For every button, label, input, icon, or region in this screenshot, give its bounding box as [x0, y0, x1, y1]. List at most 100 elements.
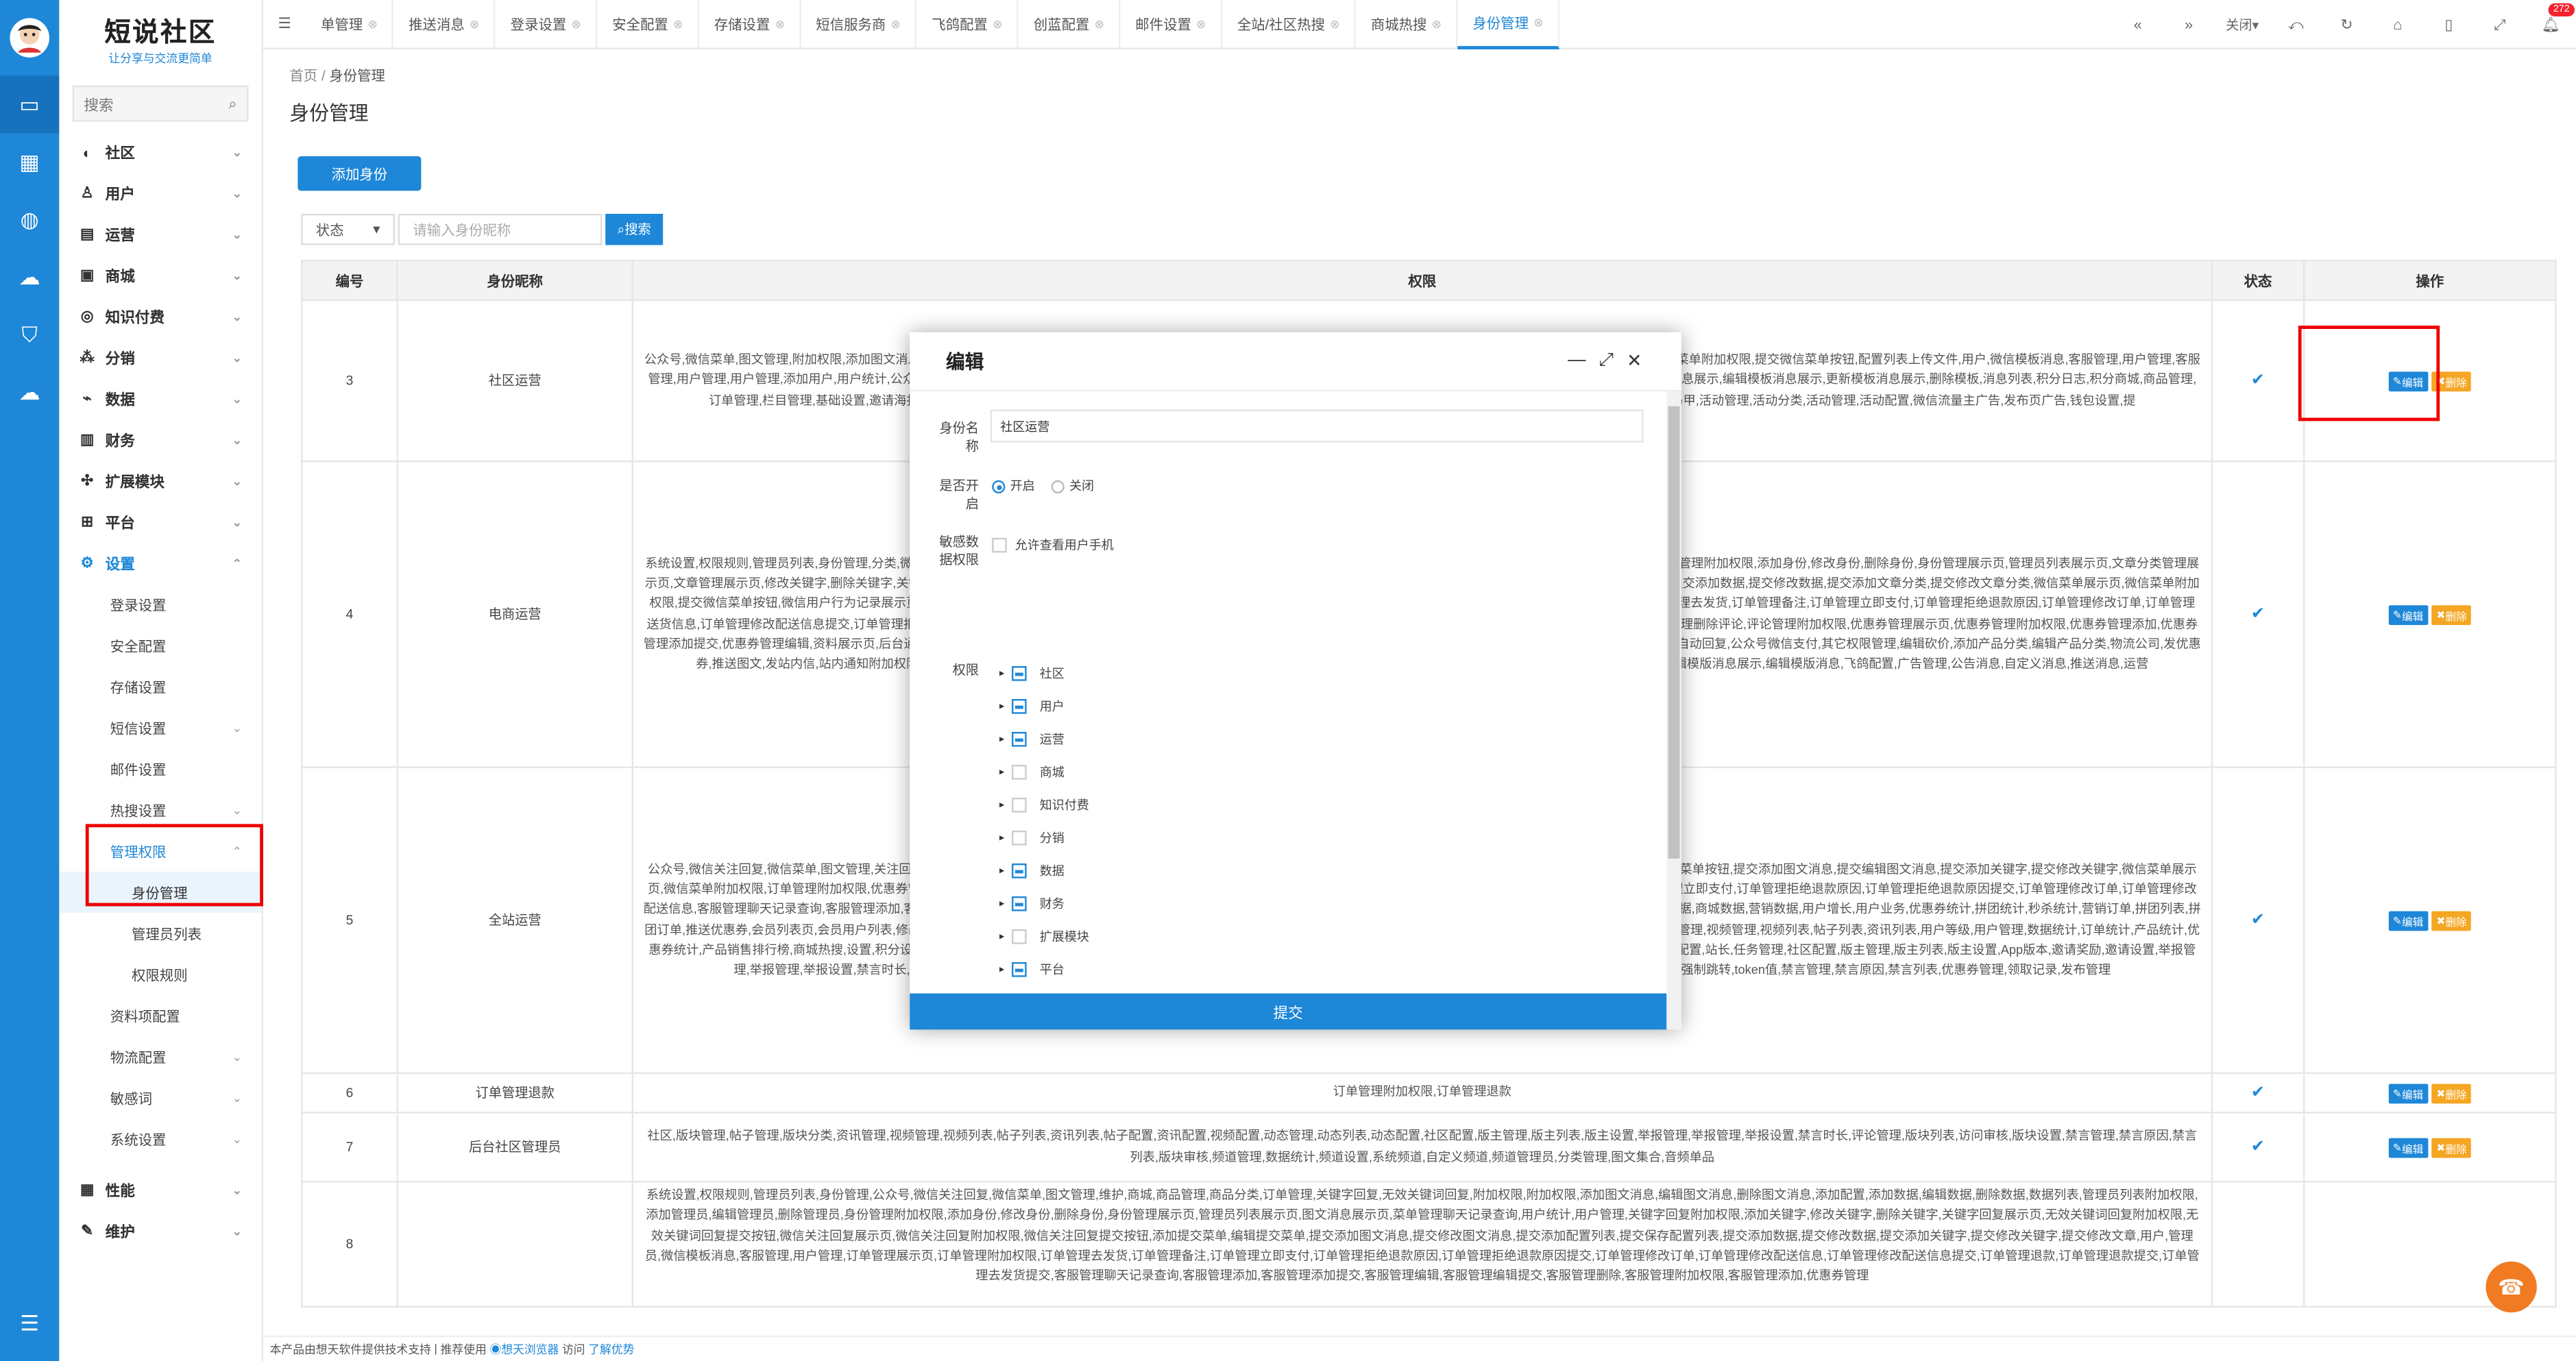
delete-button[interactable]: ✖ 删除	[2431, 910, 2472, 931]
tree-checkbox[interactable]	[1012, 796, 1027, 812]
edit-button[interactable]: ✎ 编辑	[2387, 1083, 2429, 1103]
tab-close-icon[interactable]: ⊗	[470, 17, 479, 31]
monitor-icon[interactable]: ▭	[0, 75, 60, 134]
sidebar-item[interactable]: ⁂ 分销 ⌄	[59, 337, 261, 378]
menu-toggle-icon[interactable]: ☰	[0, 1295, 59, 1352]
tree-node[interactable]: ▸ 分销	[992, 821, 1089, 854]
learn-more-link[interactable]: 了解优势	[588, 1341, 634, 1358]
add-identity-button[interactable]: 添加身份	[297, 156, 422, 191]
tree-checkbox[interactable]	[1012, 928, 1027, 944]
tab-item[interactable]: 存储设置 ⊗	[699, 0, 801, 49]
back-icon[interactable]: ⤺	[2270, 0, 2321, 49]
tab-item[interactable]: 推送消息 ⊗	[394, 0, 496, 49]
modal-scrollbar[interactable]	[1666, 391, 1681, 1030]
cloud-icon[interactable]: ☁	[0, 248, 59, 306]
close-dropdown[interactable]: 关闭 ▾	[2214, 0, 2270, 49]
scrollbar-thumb[interactable]	[1668, 406, 1680, 859]
tree-checkbox[interactable]	[1012, 731, 1027, 746]
lock-icon[interactable]: ▯	[2423, 0, 2474, 49]
caret-right-icon[interactable]: ▸	[992, 897, 1012, 909]
caret-right-icon[interactable]: ▸	[992, 700, 1012, 711]
caret-right-icon[interactable]: ▸	[992, 831, 1012, 843]
sidebar-item[interactable]: ◎ 知识付费 ⌄	[59, 296, 261, 337]
sidebar-subitem[interactable]: 登录设置	[59, 584, 261, 625]
status-select[interactable]: 状态 ▾	[301, 214, 395, 245]
sidebar-item[interactable]: ◐ 社区 ⌄	[59, 132, 261, 173]
sidebar-subitem[interactable]: 短信设置 ⌄	[59, 707, 261, 748]
globe-icon[interactable]: ◍	[0, 191, 59, 248]
identity-name-input[interactable]: 社区运营	[990, 409, 1644, 443]
tree-checkbox[interactable]	[1012, 665, 1027, 680]
tree-node[interactable]: ▸ 运营	[992, 722, 1089, 755]
tab-item[interactable]: 单管理 ⊗	[306, 0, 394, 49]
tree-checkbox[interactable]	[1012, 698, 1027, 713]
shield-icon[interactable]: ⛉	[0, 306, 59, 363]
tab-item[interactable]: 商城热搜 ⊗	[1356, 0, 1458, 49]
next-tab-icon[interactable]: »	[2163, 0, 2214, 49]
tab-item[interactable]: 邮件设置 ⊗	[1121, 0, 1223, 49]
sidebar-subitem[interactable]: 热搜设置 ⌄	[59, 789, 261, 831]
tree-node[interactable]: ▸ 财务	[992, 887, 1089, 920]
maximize-icon[interactable]: ⤢	[1599, 350, 1614, 371]
clear-icon[interactable]: ⌂	[2372, 0, 2423, 49]
tree-node[interactable]: ▸ 数据	[992, 854, 1089, 887]
tree-node[interactable]: ▸ 用户	[992, 689, 1089, 722]
caret-right-icon[interactable]: ▸	[992, 864, 1012, 876]
breadcrumb-home[interactable]: 首页	[289, 67, 317, 84]
avatar[interactable]	[0, 0, 59, 75]
close-icon[interactable]: ✕	[1627, 350, 1642, 372]
caret-right-icon[interactable]: ▸	[992, 765, 1012, 777]
caret-right-icon[interactable]: ▸	[992, 733, 1012, 744]
tab-item[interactable]: 创蓝配置 ⊗	[1019, 0, 1121, 49]
delete-button[interactable]: ✖ 删除	[2431, 604, 2472, 624]
tree-checkbox[interactable]	[1012, 895, 1027, 911]
cloud-sync-icon[interactable]: ☁	[0, 363, 59, 421]
tab-item[interactable]: 登录设置 ⊗	[496, 0, 598, 49]
tree-checkbox[interactable]	[1012, 763, 1027, 779]
tab-close-icon[interactable]: ⊗	[1533, 16, 1543, 29]
tree-node[interactable]: ▸ 平台	[992, 953, 1089, 985]
tab-close-icon[interactable]: ⊗	[891, 17, 901, 31]
caret-right-icon[interactable]: ▸	[992, 798, 1012, 810]
tree-checkbox[interactable]	[1012, 961, 1027, 977]
tab-item[interactable]: 飞鸽配置 ⊗	[917, 0, 1019, 49]
sidebar-item[interactable]: ⊞ 平台 ⌄	[59, 502, 261, 543]
browser-link[interactable]: ◉想天浏览器	[489, 1341, 559, 1358]
headset-icon[interactable]: ☎	[2486, 1261, 2537, 1313]
tree-node[interactable]: ▸ 商城	[992, 755, 1089, 788]
tab-close-icon[interactable]: ⊗	[1330, 17, 1339, 31]
caret-right-icon[interactable]: ▸	[992, 667, 1012, 678]
edit-button[interactable]: ✎ 编辑	[2387, 371, 2429, 391]
fullscreen-icon[interactable]: ⤢	[2475, 0, 2525, 49]
hamburger-icon[interactable]: ☰	[263, 0, 306, 49]
tab-close-icon[interactable]: ⊗	[993, 17, 1002, 31]
tree-checkbox[interactable]	[1012, 862, 1027, 878]
sidebar-item[interactable]: ▥ 财务 ⌄	[59, 419, 261, 461]
submit-button[interactable]: 提交	[910, 993, 1667, 1030]
sidebar-item[interactable]: ⚙ 设置 ⌃	[59, 543, 261, 584]
search-icon[interactable]: ⌕	[228, 95, 236, 112]
tab-close-icon[interactable]: ⊗	[367, 17, 377, 31]
tab-close-icon[interactable]: ⊗	[775, 17, 785, 31]
tree-node[interactable]: ▸ 扩展模块	[992, 920, 1089, 953]
sidebar-subitem[interactable]: 物流配置 ⌄	[59, 1036, 261, 1077]
tab-close-icon[interactable]: ⊗	[673, 17, 683, 31]
refresh-icon[interactable]: ↻	[2321, 0, 2372, 49]
tab-close-icon[interactable]: ⊗	[1196, 17, 1206, 31]
delete-button[interactable]: ✖ 删除	[2431, 1137, 2472, 1157]
grid-icon[interactable]: ▦	[0, 133, 59, 191]
edit-button[interactable]: ✎ 编辑	[2387, 1137, 2429, 1157]
radio-open[interactable]: 开启	[992, 477, 1035, 495]
sensitive-checkbox[interactable]: 允许查看用户手机	[992, 536, 1114, 554]
caret-right-icon[interactable]: ▸	[992, 930, 1012, 942]
sidebar-search-input[interactable]: 搜索 ⌕	[72, 85, 249, 122]
minimize-icon[interactable]: —	[1568, 350, 1585, 371]
sidebar-item[interactable]: ✎ 维护 ⌄	[59, 1210, 261, 1251]
prev-tab-icon[interactable]: «	[2113, 0, 2163, 49]
sidebar-item[interactable]: ♙ 用户 ⌄	[59, 173, 261, 214]
tab-close-icon[interactable]: ⊗	[1095, 17, 1104, 31]
delete-button[interactable]: ✖ 删除	[2431, 371, 2472, 391]
tab-close-icon[interactable]: ⊗	[1432, 17, 1442, 31]
search-button[interactable]: ⌕ 搜索	[605, 214, 664, 245]
sidebar-subsubitem[interactable]: 身份管理	[59, 872, 262, 913]
